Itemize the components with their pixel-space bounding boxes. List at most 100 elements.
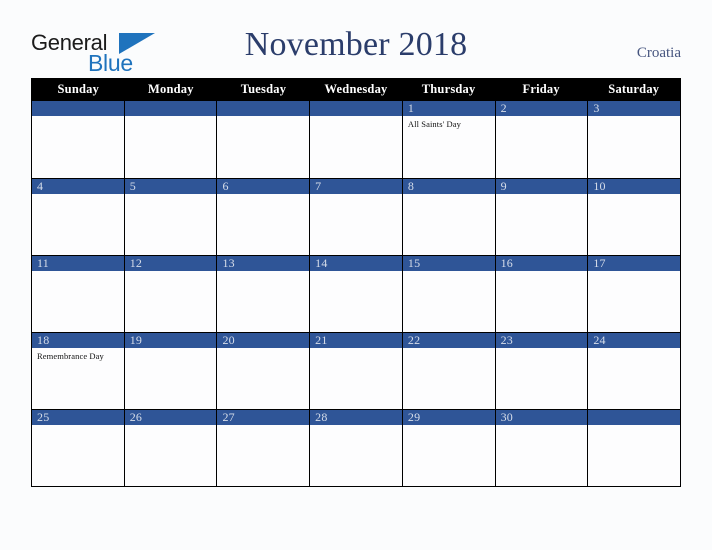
day-events [217,271,309,274]
day-number-bar: 14 [310,256,402,271]
calendar-empty-cell[interactable] [216,101,310,178]
calendar-day-cell[interactable]: 6 [216,179,310,255]
page-header: General Blue November 2018 Croatia [0,0,712,78]
day-events: Remembrance Day [32,348,124,362]
calendar-page: General Blue November 2018 Croatia Sunda… [0,0,712,550]
calendar-day-cell[interactable]: 17 [587,256,681,332]
calendar-day-cell[interactable]: 21 [309,333,402,409]
day-number-bar: 2 [495,101,588,116]
calendar-day-cell[interactable]: 9 [494,179,588,255]
calendar-day-cell[interactable]: 18 Remembrance Day [32,333,124,409]
day-events [588,425,680,428]
calendar-day-cell[interactable]: 12 [123,256,217,332]
day-events [403,271,495,274]
day-number-bar: 28 [310,410,402,425]
calendar-day-cell[interactable]: 8 [401,179,495,255]
day-number: 24 [593,333,606,347]
day-events [32,194,124,197]
calendar-week-row: 1 All Saints' Day 2 3 [32,101,681,178]
calendar-grid: Sunday Monday Tuesday Wednesday Thursday… [31,78,681,487]
day-number: 13 [222,256,235,270]
day-number: 3 [593,101,600,115]
calendar-day-cell[interactable]: 7 [309,179,402,255]
calendar-day-cell[interactable]: 2 [494,101,588,178]
day-events [310,194,402,197]
calendar-day-cell[interactable]: 23 [494,333,588,409]
day-events [217,194,309,197]
day-events [403,425,495,428]
calendar-day-cell[interactable]: 20 [216,333,310,409]
calendar-day-cell[interactable]: 22 [401,333,495,409]
day-number-bar [310,101,402,116]
weekday-header-tuesday: Tuesday [240,82,287,96]
calendar-day-cell[interactable]: 28 [309,410,402,486]
day-number: 10 [593,179,606,193]
day-number: 9 [500,179,507,193]
calendar-day-cell[interactable]: 24 [587,333,681,409]
day-events [125,116,217,119]
day-number-bar: 19 [124,333,217,348]
day-number: 25 [37,410,50,424]
day-number-bar [588,410,681,425]
calendar-day-cell[interactable]: 25 [32,410,124,486]
calendar-day-cell[interactable]: 10 [587,179,681,255]
calendar-day-cell[interactable]: 15 [401,256,495,332]
day-events [217,425,309,428]
day-number: 6 [222,179,229,193]
calendar-day-cell[interactable]: 19 [123,333,217,409]
weekday-header-thursday: Thursday [421,82,476,96]
day-number-bar: 12 [124,256,217,271]
day-events [217,116,309,119]
day-events [32,116,124,119]
day-number: 2 [500,101,507,115]
day-number: 17 [593,256,606,270]
calendar-empty-cell[interactable] [123,101,217,178]
day-number-bar: 3 [588,101,681,116]
weekday-header-wednesday: Wednesday [324,82,388,96]
day-number: 15 [407,256,421,270]
day-number: 26 [129,410,143,424]
day-number: 30 [500,410,513,424]
calendar-day-cell[interactable]: 3 [587,101,681,178]
holiday-event-label: All Saints' Day [407,119,461,129]
day-number-bar: 20 [217,333,310,348]
calendar-day-cell[interactable]: 13 [216,256,310,332]
day-events [588,194,680,197]
calendar-day-cell[interactable]: 5 [123,179,217,255]
day-number-bar: 8 [402,179,495,194]
day-number-bar: 4 [32,179,124,194]
day-events [125,348,217,351]
day-number: 28 [315,410,328,424]
day-number: 1 [407,101,415,115]
calendar-empty-cell[interactable] [32,101,124,178]
calendar-day-cell[interactable]: 16 [494,256,588,332]
day-number: 22 [407,333,421,347]
calendar-day-cell[interactable]: 1 All Saints' Day [401,101,495,178]
day-events [125,271,217,274]
calendar-week-row: 25 26 27 28 29 30 [32,409,681,486]
calendar-empty-cell[interactable] [309,101,402,178]
calendar-day-cell[interactable]: 27 [216,410,310,486]
weekday-header-sunday: Sunday [57,82,100,96]
day-number-bar: 27 [217,410,310,425]
day-events [588,271,680,274]
day-number-bar [217,101,310,116]
day-number-bar: 10 [588,179,681,194]
calendar-empty-cell[interactable] [587,410,681,486]
day-number: 4 [37,179,44,193]
day-events [496,271,588,274]
calendar-day-cell[interactable]: 4 [32,179,124,255]
calendar-body: 1 All Saints' Day 2 3 4 5 6 7 8 9 10 11 12 13 14 15 16 17… [32,101,681,486]
calendar-day-cell[interactable]: 30 [494,410,588,486]
calendar-day-cell[interactable]: 29 [401,410,495,486]
day-number-bar: 21 [310,333,402,348]
calendar-day-cell[interactable]: 11 [32,256,124,332]
calendar-day-cell[interactable]: 26 [123,410,217,486]
day-number-bar: 22 [402,333,495,348]
calendar-day-cell[interactable]: 14 [309,256,402,332]
day-number-bar: 25 [32,410,124,425]
day-number: 14 [315,256,328,270]
day-events [496,194,588,197]
holiday-event-label: Remembrance Day [37,351,104,361]
day-number: 27 [222,410,235,424]
